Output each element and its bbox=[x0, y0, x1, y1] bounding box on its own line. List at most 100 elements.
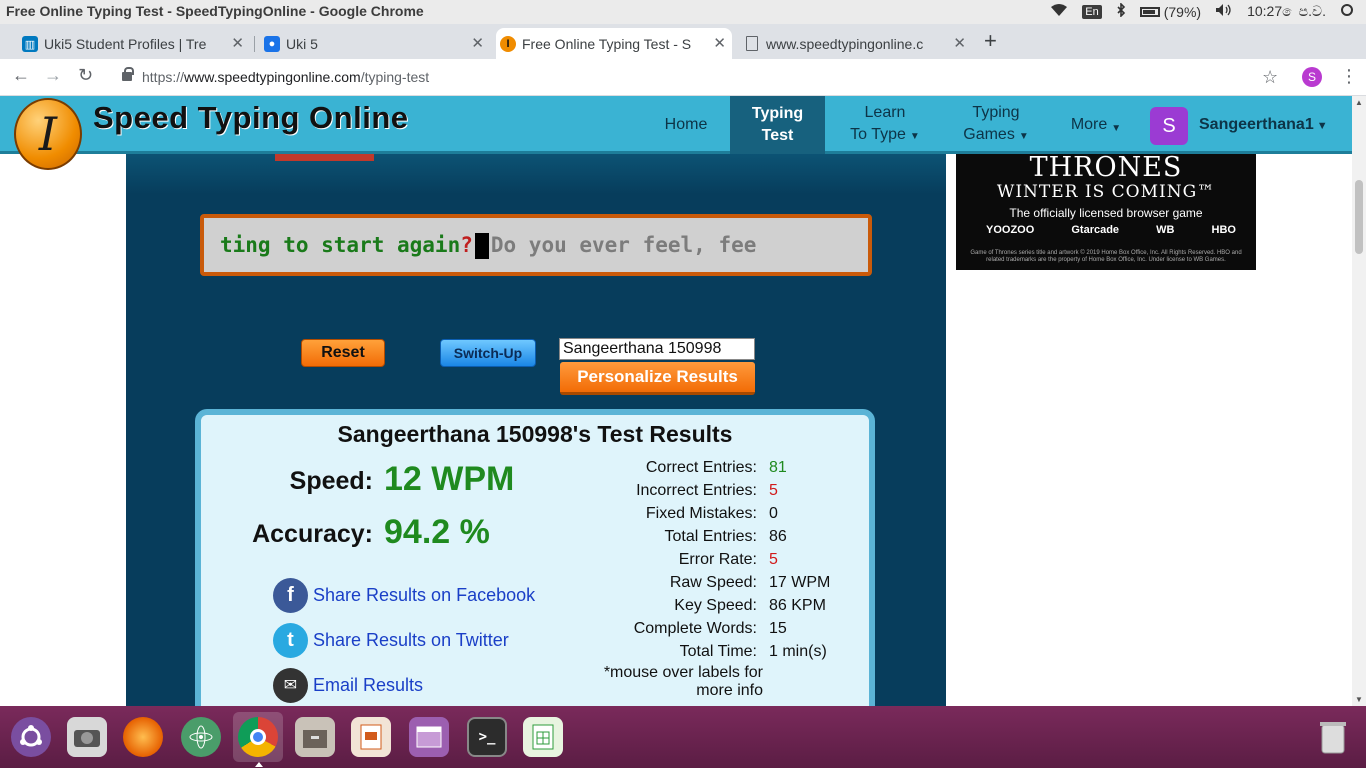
browser-tab-trello[interactable]: ▥ Uki5 Student Profiles | Tre ✕ bbox=[18, 28, 250, 59]
browser-tab-typing-test[interactable]: I Free Online Typing Test - S ✕ bbox=[496, 28, 732, 59]
nav-learn-to-type[interactable]: Learn To Type ▼ bbox=[840, 96, 930, 154]
share-facebook-row[interactable]: f Share Results on Facebook bbox=[273, 577, 535, 613]
accuracy-label[interactable]: Accuracy: bbox=[221, 520, 373, 549]
keyboard-language[interactable]: En bbox=[1082, 4, 1102, 19]
trello-icon: ▥ bbox=[22, 36, 38, 52]
page-scrollbar[interactable]: ▲ ▼ bbox=[1352, 96, 1366, 706]
user-avatar[interactable]: S bbox=[1150, 107, 1188, 145]
ubuntu-launcher-button[interactable] bbox=[6, 712, 56, 762]
scrollbar-thumb[interactable] bbox=[1355, 180, 1363, 254]
speed-value: 12 WPM bbox=[384, 460, 515, 498]
url-host: www.speedtypingonline.com bbox=[184, 69, 361, 85]
launcher-window[interactable] bbox=[404, 712, 454, 762]
lock-icon[interactable] bbox=[122, 67, 134, 81]
launcher-camera[interactable] bbox=[62, 712, 112, 762]
reset-button[interactable]: Reset bbox=[301, 339, 385, 367]
volume-icon[interactable] bbox=[1215, 3, 1233, 20]
stat-row: Complete Words: 15 bbox=[591, 620, 871, 643]
browser-tab-speedtyping-page[interactable]: www.speedtypingonline.c ✕ bbox=[740, 28, 972, 59]
site-name[interactable]: Speed Typing Online bbox=[93, 100, 409, 136]
stat-complete-words-label[interactable]: Complete Words: bbox=[634, 620, 757, 638]
active-indicator bbox=[255, 762, 263, 767]
stat-key-speed-label[interactable]: Key Speed: bbox=[674, 597, 757, 615]
mouse-over-note: *mouse over labels for more info bbox=[591, 664, 763, 700]
stat-error-rate-label[interactable]: Error Rate: bbox=[679, 551, 757, 569]
email-icon[interactable]: ✉ bbox=[273, 667, 308, 703]
stat-row: Correct Entries: 81 bbox=[591, 459, 871, 482]
facebook-icon[interactable]: f bbox=[273, 577, 308, 613]
bookmark-star-icon[interactable]: ☆ bbox=[1262, 67, 1278, 88]
forward-arrow-icon[interactable]: → bbox=[44, 65, 62, 86]
close-icon[interactable]: ✕ bbox=[953, 34, 966, 52]
twitter-icon[interactable]: t bbox=[273, 622, 308, 658]
nav-more[interactable]: More ▼ bbox=[1062, 96, 1130, 154]
scroll-down-arrow-icon[interactable]: ▼ bbox=[1355, 695, 1363, 704]
caret-down-icon: ▼ bbox=[1316, 120, 1328, 132]
address-bar[interactable]: https://www.speedtypingonline.com/typing… bbox=[110, 63, 1295, 92]
reload-icon[interactable]: ↻ bbox=[78, 65, 93, 86]
launcher-trash[interactable] bbox=[1308, 712, 1358, 762]
launcher-chrome[interactable] bbox=[233, 712, 283, 767]
typing-text-display[interactable]: ting to start again? Do you ever feel, fe… bbox=[200, 214, 872, 276]
stat-fixed-value: 0 bbox=[769, 505, 778, 522]
advertisement[interactable]: THRONES WINTER IS COMING™ The officially… bbox=[956, 154, 1256, 270]
back-arrow-icon[interactable]: ← bbox=[12, 65, 30, 86]
site-logo[interactable]: I bbox=[14, 98, 82, 170]
firefox-icon bbox=[123, 717, 163, 757]
stat-raw-speed-value: 17 WPM bbox=[769, 574, 831, 591]
stat-fixed-label[interactable]: Fixed Mistakes: bbox=[646, 505, 757, 523]
nav-learn-line1: Learn bbox=[864, 104, 906, 121]
close-icon[interactable]: ✕ bbox=[713, 34, 726, 52]
switch-up-button[interactable]: Switch-Up bbox=[440, 339, 536, 367]
power-gear-icon[interactable] bbox=[1340, 3, 1354, 20]
stat-row: Error Rate: 5 bbox=[591, 551, 871, 574]
close-icon[interactable]: ✕ bbox=[231, 34, 244, 52]
browser-toolbar: ← → ↻ https://www.speedtypingonline.com/… bbox=[0, 59, 1366, 96]
terminal-icon: >_ bbox=[467, 717, 507, 757]
email-results-link[interactable]: Email Results bbox=[313, 675, 423, 696]
profile-avatar[interactable]: S bbox=[1302, 67, 1322, 87]
ad-tagline: WINTER IS COMING™ bbox=[996, 182, 1216, 202]
bluetooth-icon[interactable] bbox=[1116, 2, 1126, 20]
stat-error-rate-value: 5 bbox=[769, 551, 778, 568]
menu-kebab-icon[interactable]: ⋮ bbox=[1340, 66, 1358, 87]
speed-label[interactable]: Speed: bbox=[241, 467, 373, 496]
wifi-icon[interactable] bbox=[1050, 3, 1068, 20]
nav-typing-games[interactable]: Typing Games ▼ bbox=[954, 96, 1038, 154]
share-twitter-row[interactable]: t Share Results on Twitter bbox=[273, 622, 509, 658]
nav-games-line1: Typing bbox=[972, 104, 1020, 121]
stat-incorrect-label[interactable]: Incorrect Entries: bbox=[636, 482, 757, 500]
scroll-up-arrow-icon[interactable]: ▲ bbox=[1355, 98, 1363, 107]
personalize-results-button[interactable]: Personalize Results bbox=[560, 362, 755, 395]
share-facebook-link[interactable]: Share Results on Facebook bbox=[313, 585, 535, 606]
launcher-impress[interactable] bbox=[346, 712, 396, 762]
nav-typing-test[interactable]: Typing Test bbox=[730, 96, 825, 154]
stat-total-entries-label[interactable]: Total Entries: bbox=[665, 528, 757, 546]
launcher-spreadsheet[interactable] bbox=[518, 712, 568, 762]
typing-cursor bbox=[474, 233, 489, 259]
system-tray: En (79%) 10:27 ෙප.ව. bbox=[1050, 2, 1354, 20]
browser-tab-uki5[interactable]: ● Uki 5 ✕ bbox=[260, 28, 490, 59]
stat-row: Raw Speed: 17 WPM bbox=[591, 574, 871, 597]
stat-row: Key Speed: 86 KPM bbox=[591, 597, 871, 620]
launcher-files[interactable] bbox=[290, 712, 340, 762]
clock[interactable]: 10:27 ෙප.ව. bbox=[1247, 3, 1326, 20]
launcher-firefox[interactable] bbox=[118, 712, 168, 762]
launcher-atom[interactable] bbox=[176, 712, 226, 762]
panel-top-shade bbox=[126, 154, 946, 194]
nav-home-label: Home bbox=[664, 116, 708, 133]
stat-raw-speed-label[interactable]: Raw Speed: bbox=[670, 574, 757, 592]
nav-home[interactable]: Home bbox=[650, 96, 722, 154]
new-tab-button[interactable]: + bbox=[984, 28, 997, 54]
launcher-terminal[interactable]: >_ bbox=[462, 712, 512, 762]
name-input[interactable] bbox=[559, 338, 755, 360]
battery-indicator[interactable]: (79%) bbox=[1139, 4, 1201, 20]
stat-correct-label[interactable]: Correct Entries: bbox=[646, 459, 757, 477]
nav-learn-line2: To Type bbox=[850, 126, 906, 143]
stat-total-time-label[interactable]: Total Time: bbox=[680, 643, 757, 661]
user-menu[interactable]: Sangeerthana1 ▼ bbox=[1199, 116, 1328, 134]
email-row[interactable]: ✉ Email Results bbox=[273, 667, 423, 703]
close-icon[interactable]: ✕ bbox=[471, 34, 484, 52]
results-title: Sangeerthana 150998's Test Results bbox=[337, 421, 733, 447]
share-twitter-link[interactable]: Share Results on Twitter bbox=[313, 630, 509, 651]
